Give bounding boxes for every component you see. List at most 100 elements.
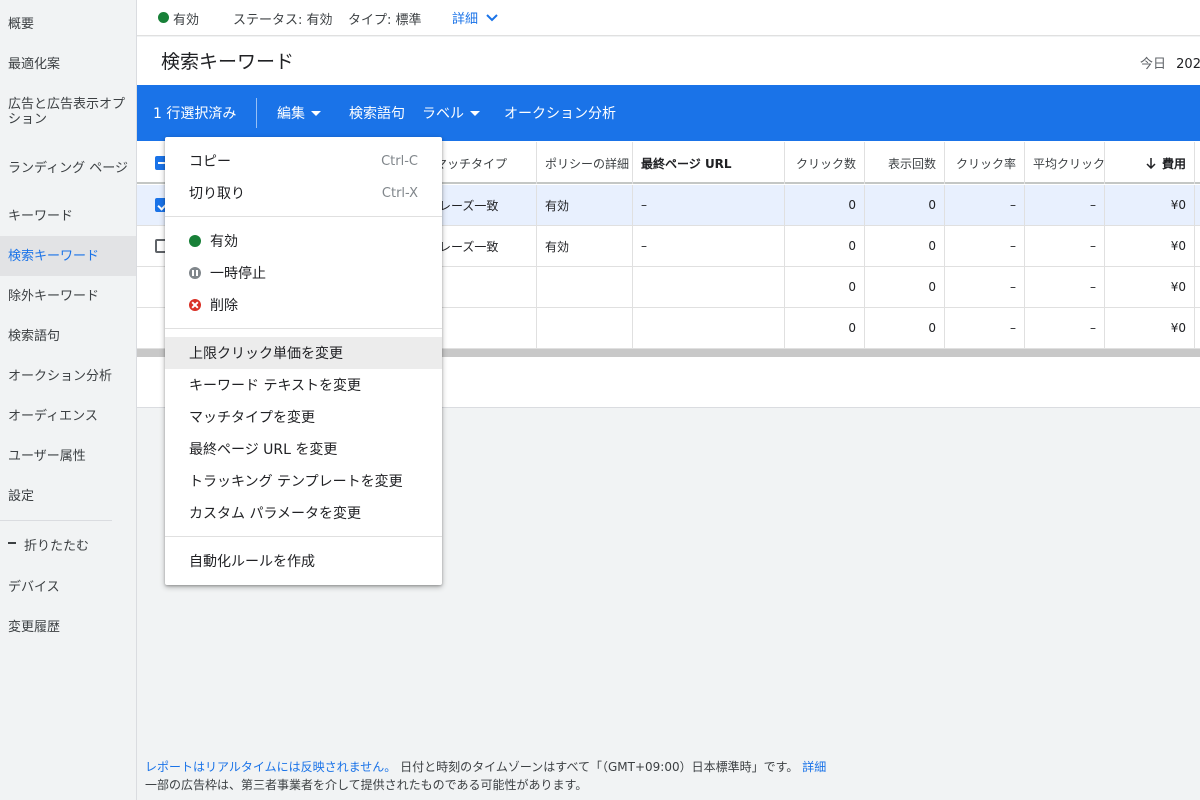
date-range[interactable]: 今日 2020 xyxy=(1140,53,1200,72)
cell-impressions: 0 xyxy=(865,185,945,225)
cell-policy: 有効 xyxy=(537,226,633,266)
copy-shortcut: Ctrl-C xyxy=(381,153,418,169)
cell-cost: ¥0 xyxy=(1105,226,1195,266)
cost-header-label: 費用 xyxy=(1161,156,1186,171)
column-header-match-type[interactable]: マッチタイプ xyxy=(427,142,537,184)
menu-item-change-max-cpc[interactable]: 上限クリック単価を変更 xyxy=(165,337,442,369)
search-terms-button[interactable]: 検索語句 xyxy=(349,85,405,141)
cell-clicks: 0 xyxy=(785,308,865,348)
cell-avg-cpc: – xyxy=(1025,308,1105,348)
menu-item-change-keyword-text[interactable]: キーワード テキストを変更 xyxy=(165,369,442,401)
column-header-cost[interactable]: 費用 xyxy=(1105,142,1195,184)
auction-insights-button[interactable]: オークション分析 xyxy=(504,85,616,141)
sidebar-item-change-history[interactable]: 変更履歴 xyxy=(0,607,136,647)
cell-avg-cpc: – xyxy=(1025,226,1105,266)
cut-label: 切り取り xyxy=(189,186,245,202)
cell-ctr: – xyxy=(945,267,1025,307)
menu-item-change-tracking-template[interactable]: トラッキング テンプレートを変更 xyxy=(165,465,442,497)
pause-label: 一時停止 xyxy=(210,266,266,282)
cell-clicks: 0 xyxy=(785,226,865,266)
cut-shortcut: Ctrl-X xyxy=(381,185,418,201)
cell-policy: 有効 xyxy=(537,185,633,225)
cell-policy xyxy=(537,308,633,348)
footer-line-1: レポートはリアルタイムには反映されません。 日付と時刻のタイムゾーンはすべて「（… xyxy=(145,758,826,776)
collapse-label: 折りたたむ xyxy=(24,538,90,554)
column-header-impressions[interactable]: 表示回数 xyxy=(865,142,945,184)
cell-final-url: – xyxy=(633,226,785,266)
today-label: 今日 xyxy=(1140,57,1167,72)
menu-item-copy[interactable]: コピー Ctrl-C xyxy=(165,145,442,177)
sidebar-item-search-terms[interactable]: 検索語句 xyxy=(0,316,136,356)
edit-label: 編集 xyxy=(277,106,305,122)
menu-item-change-final-url[interactable]: 最終ページ URL を変更 xyxy=(165,433,442,465)
remove-label: 削除 xyxy=(210,298,238,314)
column-header-clicks[interactable]: クリック数 xyxy=(785,142,865,184)
sort-arrow-down-icon xyxy=(1146,157,1156,169)
sidebar-item-overview[interactable]: 概要 xyxy=(0,4,136,44)
sidebar-item-recommendations[interactable]: 最適化案 xyxy=(0,44,136,84)
menu-divider xyxy=(165,328,442,329)
status-label: 有効 xyxy=(173,13,200,28)
sidebar-item-landing-pages[interactable]: ランディング ページ xyxy=(0,148,136,188)
footer-line-2: 一部の広告枠は、第三者事業者を介して提供されたものである可能性があります。 xyxy=(145,778,588,792)
sidebar-item-demographics[interactable]: ユーザー属性 xyxy=(0,436,136,476)
cell-match-type: フレーズ一致 xyxy=(427,226,537,266)
sidebar-item-search-keywords[interactable]: 検索キーワード xyxy=(0,236,136,276)
selected-count: 1 行選択済み xyxy=(153,106,237,122)
type-text: タイプ: 標準 xyxy=(348,13,422,28)
sidebar-item-keywords[interactable]: キーワード xyxy=(0,196,136,236)
sidebar-collapse[interactable]: 折りたたむ xyxy=(0,526,136,566)
menu-item-remove[interactable]: 削除 xyxy=(165,289,442,321)
details-label: 詳細 xyxy=(452,12,479,27)
menu-item-cut[interactable]: 切り取り Ctrl-X xyxy=(165,177,442,209)
sidebar-item-audiences[interactable]: オーディエンス xyxy=(0,396,136,436)
cell-impressions: 0 xyxy=(865,308,945,348)
sidebar-nav: 概要 最適化案 広告と広告表示オプション ランディング ページ キーワード 検索… xyxy=(0,0,137,800)
cell-cost: ¥0 xyxy=(1105,308,1195,348)
menu-item-change-match-type[interactable]: マッチタイプを変更 xyxy=(165,401,442,433)
enabled-dot-icon xyxy=(189,235,201,247)
cell-impressions: 0 xyxy=(865,226,945,266)
footer-details-link[interactable]: 詳細 xyxy=(802,760,826,774)
menu-item-enable[interactable]: 有効 xyxy=(165,225,442,257)
menu-item-create-rule[interactable]: 自動化ルールを作成 xyxy=(165,545,442,577)
menu-item-pause[interactable]: 一時停止 xyxy=(165,257,442,289)
details-toggle[interactable]: 詳細 xyxy=(452,8,498,27)
cell-ctr: – xyxy=(945,226,1025,266)
sidebar-item-ads[interactable]: 広告と広告表示オプション xyxy=(0,92,136,132)
status-bar: 有効 ステータス: 有効 タイプ: 標準 詳細 xyxy=(137,0,1200,36)
realtime-link[interactable]: レポートはリアルタイムには反映されません。 xyxy=(145,760,396,774)
label-menu-button[interactable]: ラベル xyxy=(422,85,480,141)
cell-clicks: 0 xyxy=(785,185,865,225)
status-dot-icon xyxy=(158,12,169,23)
cell-cost: ¥0 xyxy=(1105,267,1195,307)
cell-impressions: 0 xyxy=(865,267,945,307)
sidebar-item-settings[interactable]: 設定 xyxy=(0,476,136,516)
footer-notice: レポートはリアルタイムには反映されません。 日付と時刻のタイムゾーンはすべて「（… xyxy=(145,758,826,794)
cell-ctr: – xyxy=(945,308,1025,348)
cell-ctr: – xyxy=(945,185,1025,225)
chevron-down-icon xyxy=(486,13,498,21)
column-header-final-url[interactable]: 最終ページ URL xyxy=(633,142,785,184)
edit-dropdown-menu: コピー Ctrl-C 切り取り Ctrl-X 有効 一時停止 削除 上限クリック… xyxy=(165,137,442,585)
menu-item-change-custom-params[interactable]: カスタム パラメータを変更 xyxy=(165,497,442,529)
column-header-policy[interactable]: ポリシーの詳細 xyxy=(537,142,633,184)
edit-menu-button[interactable]: 編集 xyxy=(277,85,321,141)
remove-x-icon xyxy=(189,299,201,311)
status-text: ステータス: 有効 xyxy=(233,13,333,28)
cell-policy xyxy=(537,267,633,307)
menu-divider xyxy=(165,216,442,217)
column-header-ctr[interactable]: クリック率 xyxy=(945,142,1025,184)
cell-avg-cpc: – xyxy=(1025,267,1105,307)
cell-cost: ¥0 xyxy=(1105,185,1195,225)
cell-avg-cpc: – xyxy=(1025,185,1105,225)
sidebar-item-devices[interactable]: デバイス xyxy=(0,567,136,607)
column-header-avg-cpc[interactable]: 平均クリック xyxy=(1025,142,1105,184)
copy-label: コピー xyxy=(189,154,231,170)
sidebar-item-auction-insights[interactable]: オークション分析 xyxy=(0,356,136,396)
cell-clicks: 0 xyxy=(785,267,865,307)
sidebar-item-negative-keywords[interactable]: 除外キーワード xyxy=(0,276,136,316)
sidebar-divider xyxy=(0,520,112,521)
timezone-text: 日付と時刻のタイムゾーンはすべて「（GMT+09:00）日本標準時」です。 xyxy=(400,760,799,774)
cell-match-type xyxy=(427,267,537,307)
